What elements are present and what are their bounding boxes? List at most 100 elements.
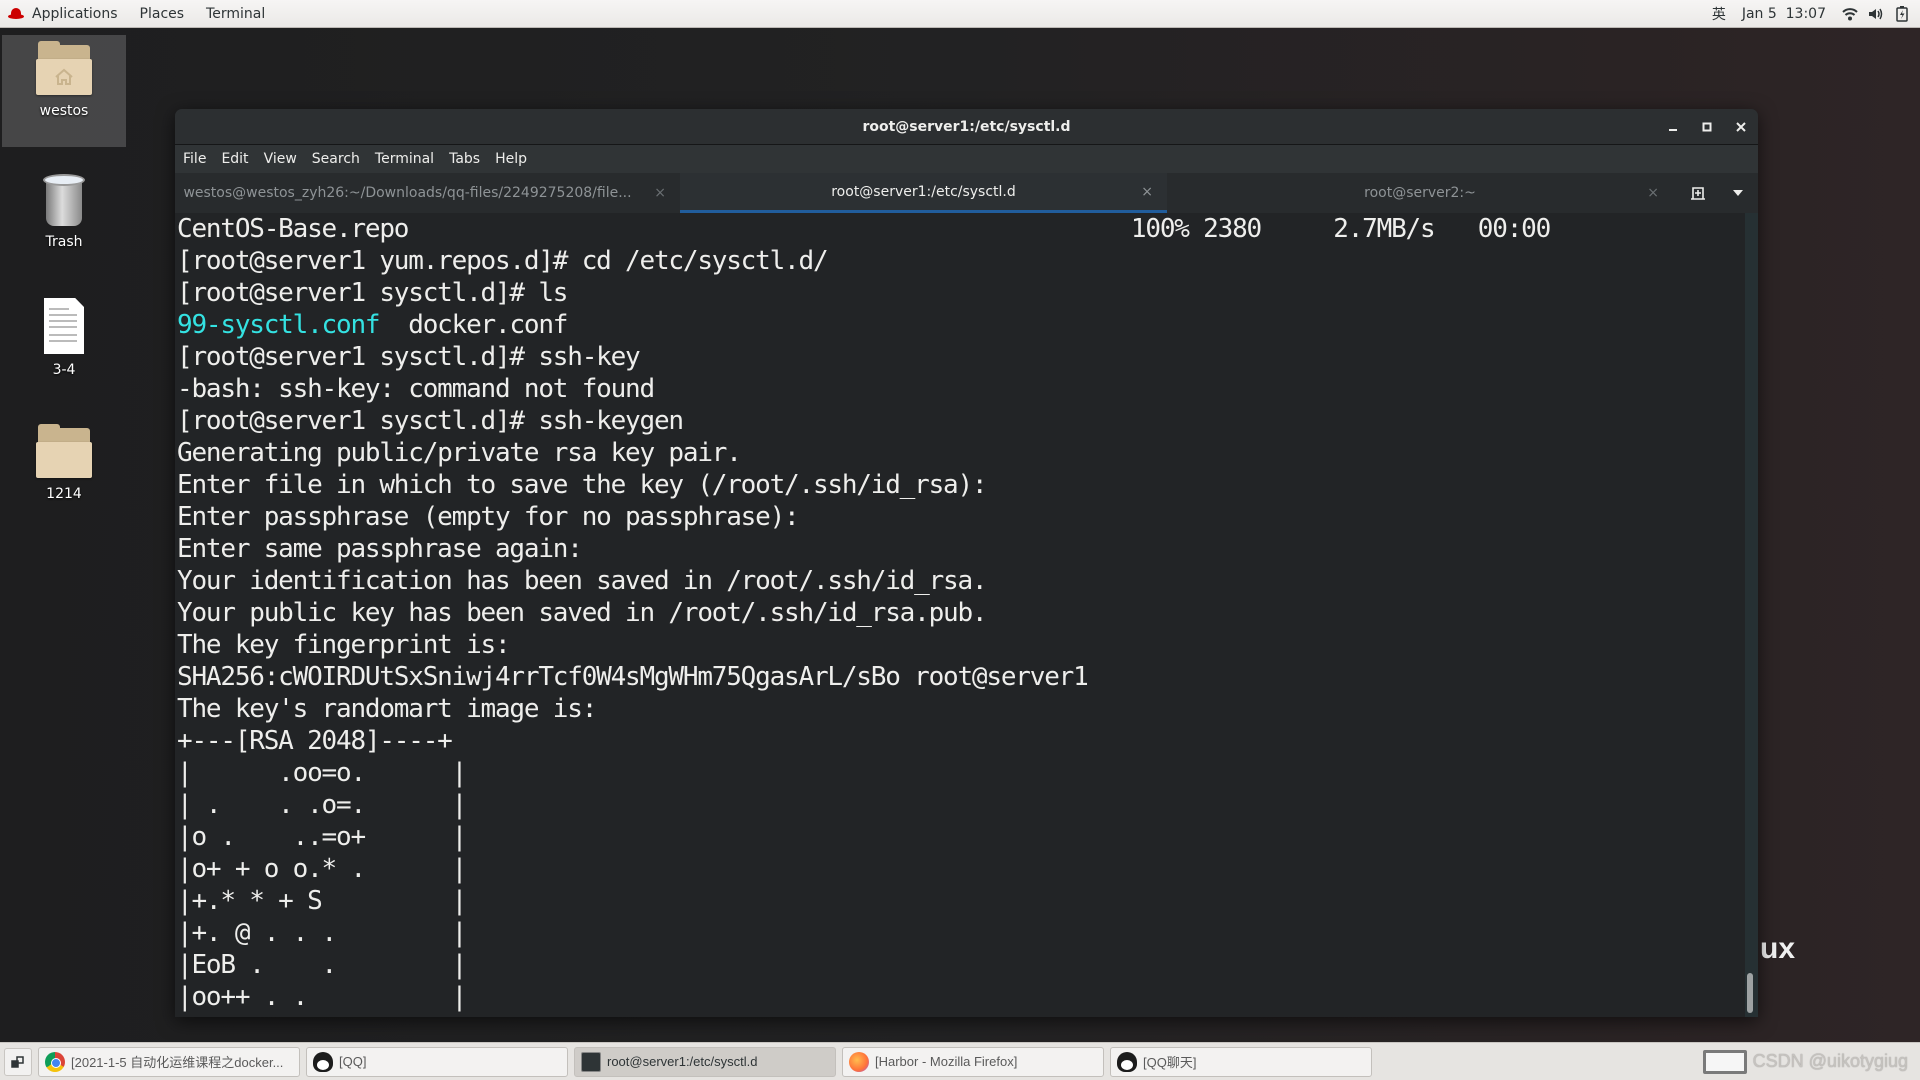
- desktop-icon-trash[interactable]: Trash: [2, 172, 126, 250]
- close-button[interactable]: [1724, 109, 1758, 145]
- menu-view[interactable]: View: [264, 151, 297, 167]
- home-folder-icon: [36, 41, 92, 95]
- desktop-icon-label: Trash: [45, 234, 83, 250]
- window-titlebar[interactable]: root@server1:/etc/sysctl.d: [175, 109, 1758, 145]
- terminal-line: |oo++ . . |: [177, 982, 467, 1012]
- tab-label: root@server1:/etc/sysctl.d: [831, 183, 1016, 200]
- window-title: root@server1:/etc/sysctl.d: [862, 118, 1071, 135]
- redhat-icon: [8, 7, 24, 20]
- battery-icon: [1894, 5, 1910, 22]
- chrome-icon: [45, 1051, 65, 1072]
- tab-close-icon[interactable]: ×: [1647, 185, 1659, 201]
- new-tab-icon: [1691, 187, 1705, 200]
- tab-server1[interactable]: root@server1:/etc/sysctl.d ×: [680, 173, 1167, 213]
- tab-menu-button[interactable]: [1718, 190, 1758, 196]
- maximize-button[interactable]: [1690, 109, 1724, 145]
- terminal-line: SHA256:cWOIRDUtSxSniwj4rrTcf0W4sMgWHm75Q…: [177, 662, 1089, 692]
- volume-icon: [1868, 6, 1884, 22]
- clock[interactable]: Jan 5 13:07: [1742, 6, 1826, 22]
- minimize-button[interactable]: [1656, 109, 1690, 145]
- task-qq-chat[interactable]: [QQ聊天]: [1110, 1046, 1372, 1077]
- firefox-icon: [849, 1051, 869, 1072]
- terminal-line: |o+ + o o.* . |: [177, 854, 467, 884]
- input-method-indicator[interactable]: 英: [1712, 4, 1726, 24]
- scrollbar[interactable]: [1745, 213, 1758, 1017]
- places-menu[interactable]: Places: [140, 6, 185, 22]
- tab-label: westos@westos_zyh26:~/Downloads/qq-files…: [183, 185, 632, 201]
- task-label: [Harbor - Mozilla Firefox]: [875, 1054, 1018, 1069]
- show-desktop-icon: [11, 1055, 24, 1068]
- system-status-area[interactable]: [1842, 5, 1910, 22]
- terminal-line: | .oo=o. |: [177, 758, 467, 788]
- task-firefox[interactable]: [Harbor - Mozilla Firefox]: [842, 1046, 1104, 1077]
- terminal-line: 99-sysctl.conf docker.conf: [177, 309, 1745, 341]
- terminal-output[interactable]: CentOS-Base.repo 100% 2380 2.7MB/s 00:00…: [175, 213, 1745, 1017]
- desktop-icon-3-4[interactable]: 3-4: [2, 298, 126, 378]
- terminal-line: The key fingerprint is:: [177, 630, 511, 660]
- terminal-line: Enter same passphrase again:: [177, 534, 583, 564]
- menu-edit[interactable]: Edit: [221, 151, 248, 167]
- terminal-line: [root@server1 sysctl.d]# ls: [177, 278, 568, 308]
- desktop-icon-label: westos: [39, 103, 89, 119]
- wifi-icon: [1842, 6, 1858, 22]
- terminal-window: root@server1:/etc/sysctl.d File Edit Vie…: [175, 109, 1758, 1017]
- taskbar: [2021-1-5 自动化运维课程之docker... [QQ] root@se…: [0, 1042, 1920, 1080]
- desktop-icon-label: 3-4: [52, 362, 76, 378]
- task-chrome[interactable]: [2021-1-5 自动化运维课程之docker...: [38, 1046, 300, 1077]
- desktop-icon-1214[interactable]: 1214: [2, 424, 126, 502]
- menu-terminal[interactable]: Terminal: [375, 151, 434, 167]
- folder-icon: [36, 424, 92, 478]
- minimize-icon: [1669, 129, 1677, 131]
- workspace-switcher[interactable]: [1702, 1049, 1747, 1074]
- dropdown-icon: [1733, 190, 1743, 196]
- menu-search[interactable]: Search: [312, 151, 360, 167]
- terminal-text-segment: docker.conf: [379, 310, 568, 340]
- terminal-line: Your identification has been saved in /r…: [177, 566, 988, 596]
- tab-close-icon[interactable]: ×: [1141, 184, 1153, 200]
- qq-icon: [1117, 1051, 1137, 1072]
- terminal-line: |+. @ . . . |: [177, 918, 467, 948]
- terminal-text: CentOS-Base.repo 100% 2380 2.7MB/s 00:00…: [177, 213, 1745, 1013]
- document-icon: [44, 298, 84, 354]
- terminal-line: Enter passphrase (empty for no passphras…: [177, 502, 800, 532]
- terminal-line: |o . ..=o+ |: [177, 822, 467, 852]
- terminal-line: Generating public/private rsa key pair.: [177, 438, 742, 468]
- show-desktop-button[interactable]: [4, 1047, 32, 1076]
- watermark: CSDN @uikotygiug: [1752, 1051, 1908, 1071]
- menu-file[interactable]: File: [183, 151, 206, 167]
- tab-close-icon[interactable]: ×: [654, 185, 666, 201]
- tab-westos[interactable]: westos@westos_zyh26:~/Downloads/qq-files…: [175, 173, 680, 213]
- task-label: root@server1:/etc/sysctl.d: [607, 1054, 758, 1069]
- menu-help[interactable]: Help: [495, 151, 527, 167]
- terminal-line: [root@server1 sysctl.d]# ssh-keygen: [177, 406, 684, 436]
- desktop-icon-westos[interactable]: westos: [2, 35, 126, 147]
- menu-tabs[interactable]: Tabs: [449, 151, 480, 167]
- terminal-line: | . . .o=. |: [177, 790, 467, 820]
- terminal-icon: [581, 1051, 601, 1072]
- tab-bar: westos@westos_zyh26:~/Downloads/qq-files…: [175, 173, 1758, 213]
- terminal-line: Enter file in which to save the key (/ro…: [177, 470, 988, 500]
- task-label: [QQ聊天]: [1143, 1055, 1197, 1070]
- trash-icon: [43, 172, 85, 226]
- highlighted-filename: 99-sysctl.conf: [177, 310, 381, 340]
- terminal-line: +---[RSA 2048]----+: [177, 726, 453, 756]
- desktop-icon-label: 1214: [46, 486, 82, 502]
- top-panel: Applications Places Terminal 英 Jan 5 13:…: [0, 0, 1920, 28]
- applications-menu[interactable]: Applications: [8, 6, 118, 22]
- terminal-app-menu[interactable]: Terminal: [206, 6, 265, 22]
- terminal-line: [root@server1 sysctl.d]# ssh-key: [177, 342, 641, 372]
- maximize-icon: [1702, 122, 1712, 132]
- task-label: [QQ]: [339, 1054, 367, 1069]
- menubar: File Edit View Search Terminal Tabs Help: [175, 145, 1758, 173]
- new-tab-button[interactable]: [1678, 185, 1718, 201]
- tab-label: root@server2:~: [1364, 185, 1476, 201]
- terminal-line: |+.* * + S |: [177, 886, 467, 916]
- terminal-line: CentOS-Base.repo 100% 2380 2.7MB/s 00:00: [177, 214, 1551, 244]
- scrollbar-thumb[interactable]: [1747, 973, 1753, 1013]
- terminal-line: |EoB . . |: [177, 950, 467, 980]
- task-qq[interactable]: [QQ]: [306, 1046, 568, 1077]
- terminal-line: [root@server1 yum.repos.d]# cd /etc/sysc…: [177, 246, 829, 276]
- applications-label: Applications: [32, 5, 118, 22]
- tab-server2[interactable]: root@server2:~ ×: [1167, 173, 1673, 213]
- task-terminal[interactable]: root@server1:/etc/sysctl.d: [574, 1046, 836, 1077]
